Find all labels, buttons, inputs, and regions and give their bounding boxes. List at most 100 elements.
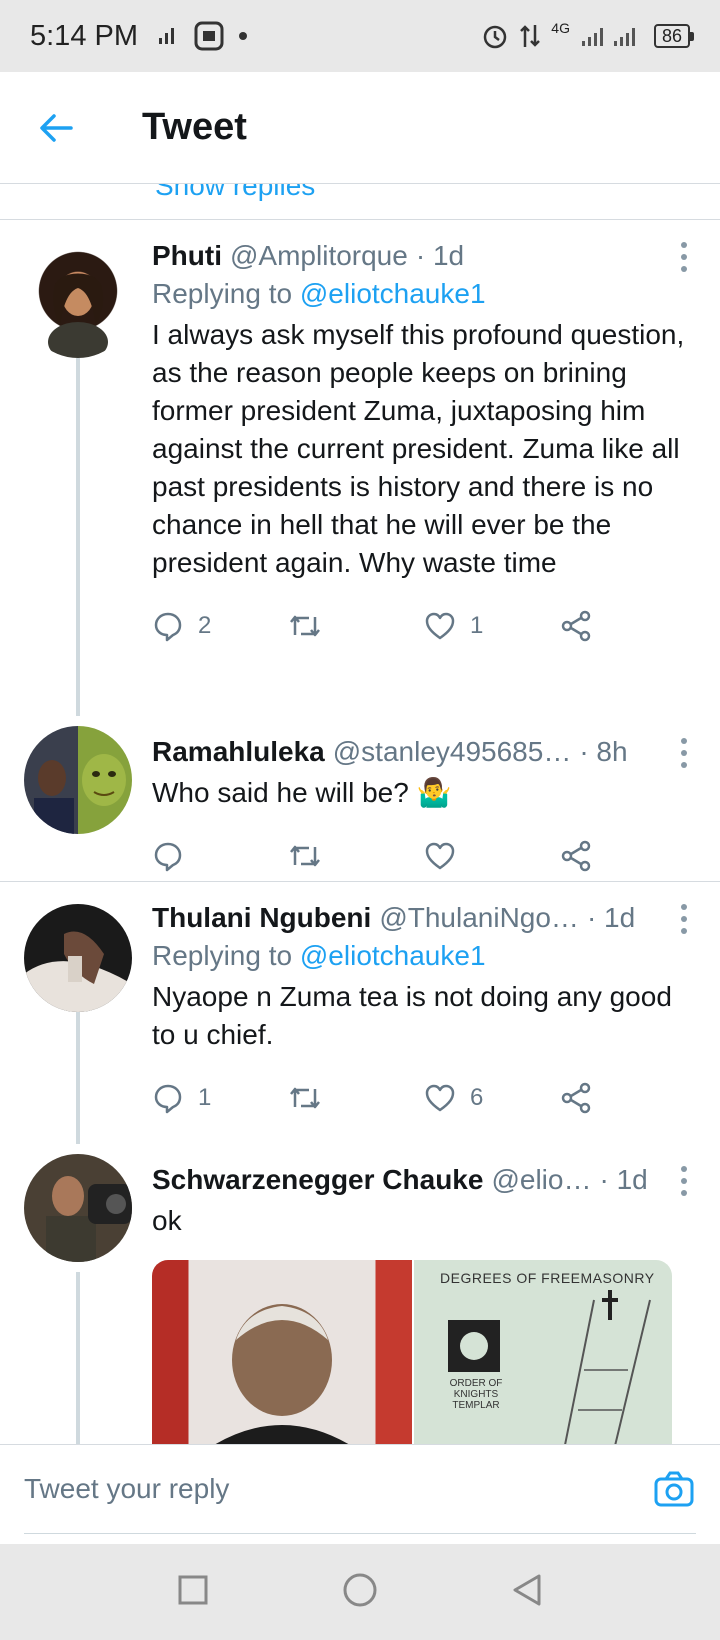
avatar[interactable] [24,726,132,834]
triangle-back-icon [513,1574,541,1605]
thread-line [76,1010,80,1144]
author-name[interactable]: Ramahluleka [152,736,325,768]
sim-icon [159,28,174,44]
avatar-photo [48,273,108,358]
tweet-text: Who said he will be? 🤷‍♂️ [152,777,452,808]
thread-line [76,348,80,716]
tweet-actions: 1 6 [152,1078,696,1118]
tweet-media[interactable]: DEGREES OF FREEMASONRY ORDER OF KNIGHTS T… [152,1260,672,1444]
avatar[interactable] [24,904,132,1012]
reply-composer: Tweet your reply [0,1444,720,1544]
author-handle[interactable]: @elio… [491,1164,591,1196]
author-handle[interactable]: @stanley495685… [333,736,572,768]
page-title: Tweet [142,106,247,148]
portrait-photo [215,1304,349,1444]
retweet-icon [290,845,320,867]
author-handle[interactable]: @ThulaniNgo… [379,902,579,934]
share-button[interactable] [560,1082,696,1114]
retweet-button[interactable] [288,841,424,871]
data-transfer-icon [520,25,541,47]
retweet-icon [290,1087,320,1109]
reply-input[interactable]: Tweet your reply [24,1473,229,1505]
tweet-options-button[interactable] [678,738,690,768]
status-bar: 5:14 PM 4G 86 [0,0,720,72]
tweet-time: · 8h [579,736,628,767]
system-nav-bar [0,1544,720,1640]
app-notification-icon [194,21,224,51]
recents-button[interactable] [177,1574,209,1611]
reply-icon [154,1084,182,1114]
tweet-actions [152,836,696,876]
signal-icon [581,28,635,46]
avatar-photo [34,754,126,834]
freemasonry-diagram [448,1290,651,1444]
retweet-icon [290,615,320,637]
home-button[interactable] [342,1572,378,1613]
back-button[interactable] [26,98,86,158]
replying-to: Replying to @eliotchauke1 [152,940,486,971]
heart-icon [425,842,455,870]
tweet-phuti[interactable]: Phuti @Amplitorque · 1d Replying to @eli… [0,220,720,716]
network-type: 4G [551,20,570,36]
tweet-time: · 1d [415,240,465,271]
tweet-time: · 1d [599,1164,648,1195]
app-header: Tweet [0,72,720,184]
share-button[interactable] [560,840,696,872]
like-count: 6 [470,1084,484,1111]
share-icon [561,610,591,642]
like-button[interactable]: 1 [424,611,560,641]
avatar[interactable] [24,1154,132,1262]
battery-indicator: 86 [653,24,695,48]
tweet-time: · 1d [586,902,636,933]
author-name[interactable]: Thulani Ngubeni [152,902,371,934]
square-icon [178,1575,208,1604]
reply-feed[interactable]: Show replies Phuti @Amplitorque · 1d Rep… [0,184,720,1444]
author-handle[interactable]: @Amplitorque [230,240,408,272]
share-icon [561,1082,591,1114]
tweet-text: ok [152,1205,182,1236]
share-button[interactable] [560,610,696,642]
reply-icon [154,612,182,642]
reply-icon [154,842,182,872]
back-arrow-icon [40,113,73,142]
tweet-text: Nyaope n Zuma tea is not doing any good … [152,981,672,1050]
avatar-photo [46,1176,132,1262]
replying-to: Replying to @eliotchauke1 [152,278,486,309]
camera-button[interactable] [654,1471,694,1514]
media-image-chart[interactable]: DEGREES OF FREEMASONRY ORDER OF KNIGHTS T… [412,1260,672,1444]
like-button[interactable]: 6 [424,1083,560,1113]
reply-button[interactable]: 2 [152,610,288,642]
input-underline [24,1533,696,1534]
author-name[interactable]: Phuti [152,240,222,272]
reply-button[interactable]: 1 [152,1082,288,1114]
circle-icon [343,1573,377,1606]
avatar-photo [24,931,132,1012]
tweet-options-button[interactable] [678,1166,690,1196]
reply-count: 1 [198,1084,212,1111]
tweet-ramahluleka[interactable]: Ramahluleka @stanley495685… · 8h Who sai… [0,716,720,882]
reply-count: 2 [198,612,212,639]
mention-link[interactable]: @eliotchauke1 [300,278,486,309]
tweet-thulani-ngubeni[interactable]: Thulani Ngubeni @ThulaniNgo… · 1d Replyi… [0,882,720,1144]
tweet-options-button[interactable] [678,242,690,272]
author-name[interactable]: Schwarzenegger Chauke [152,1164,483,1196]
avatar[interactable] [24,250,132,358]
retweet-button[interactable] [288,611,424,641]
thread-line [76,1272,80,1444]
show-replies-link[interactable]: Show replies [0,184,720,220]
camera-icon [654,1471,694,1507]
tweet-schwarzenegger-chauke[interactable]: Schwarzenegger Chauke @elio… · 1d ok DEG… [0,1144,720,1444]
back-nav-button[interactable] [511,1573,543,1612]
retweet-button[interactable] [288,1083,424,1113]
reply-button[interactable] [152,840,288,872]
status-time: 5:14 PM [30,19,138,52]
alarm-icon [484,25,507,49]
media-image-portrait[interactable] [152,1260,412,1444]
mention-link[interactable]: @eliotchauke1 [300,940,486,971]
tweet-options-button[interactable] [678,904,690,934]
heart-icon [425,1084,455,1112]
heart-icon [425,612,455,640]
dot-icon [239,32,247,40]
like-button[interactable] [424,841,560,871]
tweet-text: I always ask myself this profound questi… [152,319,685,578]
